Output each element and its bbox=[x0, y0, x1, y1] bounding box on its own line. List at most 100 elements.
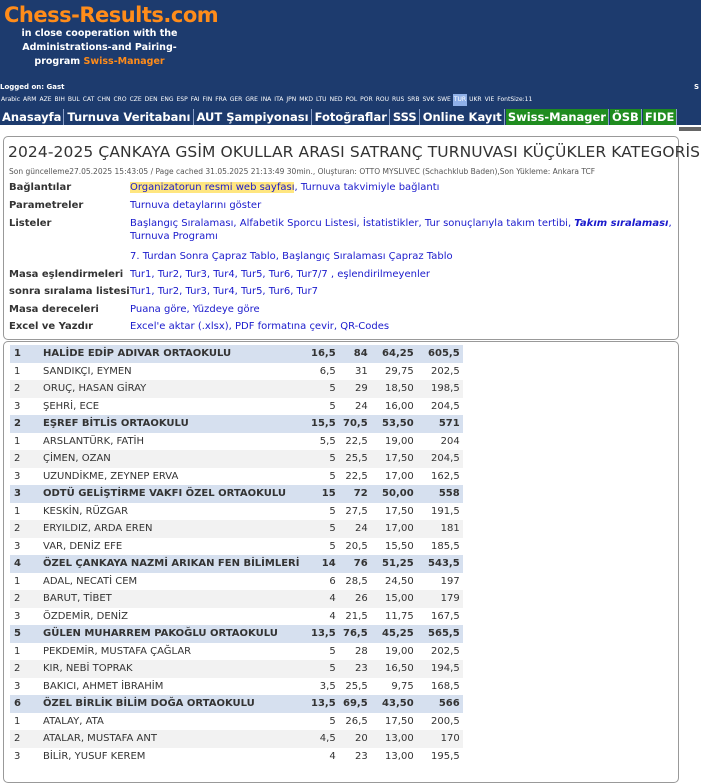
player-score: 4 bbox=[308, 590, 339, 608]
nav-item[interactable]: AUT Şampiyonası bbox=[195, 109, 312, 125]
team-name[interactable]: ODTÜ GELİŞTİRME VAKFI ÖZEL ORTAOKULU bbox=[39, 485, 308, 503]
language-option[interactable]: UKR bbox=[468, 94, 483, 106]
player-row: 1 ARSLANTÜRK, FATİH 5,5 22,5 19,00 204 bbox=[10, 433, 463, 451]
team-row[interactable]: 1 HALİDE EDİP ADIVAR ORTAOKULU 16,5 84 64,25… bbox=[10, 345, 463, 363]
player-score: 23 bbox=[338, 660, 371, 678]
team-name[interactable]: GÜLEN MUHARREM PAKOĞLU ORTAOKULU bbox=[39, 625, 308, 643]
links-crosstables[interactable]: 7. Turdan Sonra Çapraz Tablo, Başlangıç … bbox=[130, 250, 675, 263]
player-board: 3 bbox=[14, 750, 21, 762]
player-score: 17,00 bbox=[385, 470, 414, 482]
team-name[interactable]: ÖZEL BİRLİK BİLİM DOĞA ORTAOKULU bbox=[39, 695, 308, 713]
language-option[interactable]: SRB bbox=[406, 94, 420, 106]
team-score: 43,50 bbox=[370, 695, 417, 713]
language-option[interactable]: MKD bbox=[298, 94, 314, 106]
nav-item[interactable]: Anasayfa bbox=[0, 109, 65, 125]
team-score: 13,5 bbox=[308, 625, 339, 643]
team-score: 558 bbox=[416, 485, 463, 503]
player-board: 1 bbox=[14, 575, 21, 587]
language-option[interactable]: FontSize:11 bbox=[496, 94, 533, 106]
nav-item[interactable]: Swiss-Manager bbox=[505, 109, 609, 125]
language-option[interactable]: DEN bbox=[144, 94, 159, 106]
language-option[interactable]: AZE bbox=[38, 94, 52, 106]
player-score: 5,5 bbox=[319, 435, 336, 447]
language-option[interactable]: CAT bbox=[82, 94, 96, 106]
scroll-indicator bbox=[679, 127, 701, 131]
links-pairings[interactable]: Tur1, Tur2, Tur3, Tur4, Tur5, Tur6, Tur7… bbox=[130, 268, 675, 281]
language-option[interactable]: VIE bbox=[484, 94, 496, 106]
language-option[interactable]: POR bbox=[359, 94, 374, 106]
player-score: 204 bbox=[440, 435, 460, 447]
language-option[interactable]: FRA bbox=[214, 94, 227, 106]
team-row[interactable]: 2 EŞREF BİTLİS ORTAOKULU 15,5 70,5 53,50 571 bbox=[10, 415, 463, 433]
player-score: 6,5 bbox=[319, 365, 336, 377]
link-tournament-calendar[interactable]: , Turnuva takvimiyle bağlantı bbox=[294, 182, 439, 193]
language-option[interactable]: BIH bbox=[54, 94, 66, 106]
language-option[interactable]: ROU bbox=[375, 94, 390, 106]
player-score: 5 bbox=[329, 470, 336, 482]
link-team-ranking[interactable]: Takım sıralaması bbox=[574, 218, 668, 229]
language-option[interactable]: SVK bbox=[421, 94, 435, 106]
language-option[interactable]: INA bbox=[260, 94, 272, 106]
team-row[interactable]: 3 ODTÜ GELİŞTİRME VAKFI ÖZEL ORTAOKULU 15 7… bbox=[10, 485, 463, 503]
player-board: 2 bbox=[10, 660, 39, 678]
tournament-info-panel: 2024-2025 ÇANKAYA GSİM OKULLAR ARASI SAT… bbox=[3, 136, 701, 340]
language-option[interactable]: LTU bbox=[315, 94, 328, 106]
links-lists[interactable]: Başlangıç Sıralaması, Alfabetik Sporcu L… bbox=[130, 218, 574, 229]
language-option[interactable]: POL bbox=[344, 94, 358, 106]
nav-item[interactable]: Fotoğraflar bbox=[313, 109, 390, 125]
language-option[interactable]: ARM bbox=[22, 94, 37, 106]
language-option[interactable]: ENG bbox=[160, 94, 175, 106]
language-option[interactable]: CZE bbox=[129, 94, 143, 106]
language-option[interactable]: CHN bbox=[96, 94, 111, 106]
player-name: ARSLANTÜRK, FATİH bbox=[43, 435, 145, 447]
language-option[interactable]: BUL bbox=[67, 94, 81, 106]
language-option[interactable]: JPN bbox=[285, 94, 297, 106]
team-name[interactable]: HALİDE EDİP ADIVAR ORTAOKULU bbox=[39, 345, 308, 363]
language-option[interactable]: RUS bbox=[391, 94, 405, 106]
language-option[interactable]: GER bbox=[229, 94, 244, 106]
player-score: 31 bbox=[354, 365, 368, 377]
language-option[interactable]: GRE bbox=[244, 94, 259, 106]
language-bar: Arabic ARM AZE BIH BUL CAT CHN CRO CZE DEN ENG ESP F… bbox=[0, 94, 701, 106]
site-logo[interactable]: Chess-Results.com bbox=[4, 3, 219, 27]
nav-item[interactable]: Turnuva Veritabanı bbox=[65, 109, 194, 125]
links-board-ratings[interactable]: Puana göre, Yüzdeye göre bbox=[130, 303, 675, 316]
team-score: 543,5 bbox=[416, 555, 463, 573]
team-score: 566 bbox=[416, 695, 463, 713]
team-row[interactable]: 6 ÖZEL BİRLİK BİLİM DOĞA ORTAOKULU 13,5 69,… bbox=[10, 695, 463, 713]
link-organizer-site[interactable]: Organizatorun resmi web sayfası bbox=[130, 182, 295, 193]
team-score: 84 bbox=[338, 345, 371, 363]
language-option[interactable]: FAI bbox=[190, 94, 201, 106]
language-option[interactable]: NED bbox=[329, 94, 344, 106]
language-option[interactable]: Arabic bbox=[0, 94, 21, 106]
player-score: 16,00 bbox=[385, 400, 414, 412]
value-links: Organizatorun resmi web sayfası, Turnuva… bbox=[130, 181, 675, 194]
nav-item[interactable]: FIDE bbox=[642, 109, 678, 125]
nav-item[interactable]: Online Kayıt bbox=[421, 109, 505, 125]
team-name[interactable]: EŞREF BİTLİS ORTAOKULU bbox=[39, 415, 308, 433]
language-option[interactable]: SWE bbox=[436, 94, 452, 106]
player-board: 2 bbox=[10, 520, 39, 538]
language-option[interactable]: FIN bbox=[202, 94, 214, 106]
links-export[interactable]: Excel'e aktar (.xlsx), PDF formatına çev… bbox=[130, 320, 675, 333]
links-standings[interactable]: Tur1, Tur2, Tur3, Tur4, Tur5, Tur6, Tur7 bbox=[130, 285, 675, 298]
language-option[interactable]: ESP bbox=[176, 94, 189, 106]
nav-item[interactable]: SSS bbox=[391, 109, 420, 125]
login-bar: Logged on: Gast S bbox=[0, 80, 701, 94]
player-board: 1 bbox=[14, 645, 21, 657]
link-tournament-details[interactable]: Turnuva detaylarını göster bbox=[130, 199, 675, 212]
team-row[interactable]: 5 GÜLEN MUHARREM PAKOĞLU ORTAOKULU 13,5 76,… bbox=[10, 625, 463, 643]
logo-line-3: program Swiss-Manager bbox=[12, 55, 187, 69]
player-score: 5 bbox=[308, 520, 339, 538]
nav-item[interactable]: ÖSB bbox=[609, 109, 642, 125]
player-name: ERYILDIZ, ARDA EREN bbox=[39, 520, 308, 538]
language-option[interactable]: ITA bbox=[273, 94, 284, 106]
player-score: 19,00 bbox=[385, 645, 414, 657]
player-name: PEKDEMİR, MUSTAFA ÇAĞLAR bbox=[43, 645, 192, 657]
team-row[interactable]: 4 ÖZEL ÇANKAYA NAZMİ ARIKAN FEN BİLİMLERİ… bbox=[10, 555, 463, 573]
team-score: 51,25 bbox=[370, 555, 417, 573]
team-name[interactable]: ÖZEL ÇANKAYA NAZMİ ARIKAN FEN BİLİMLERİ bbox=[39, 555, 308, 573]
language-option[interactable]: CRO bbox=[112, 94, 127, 106]
player-score: 197 bbox=[440, 575, 460, 587]
language-option[interactable]: TUR bbox=[452, 94, 468, 106]
